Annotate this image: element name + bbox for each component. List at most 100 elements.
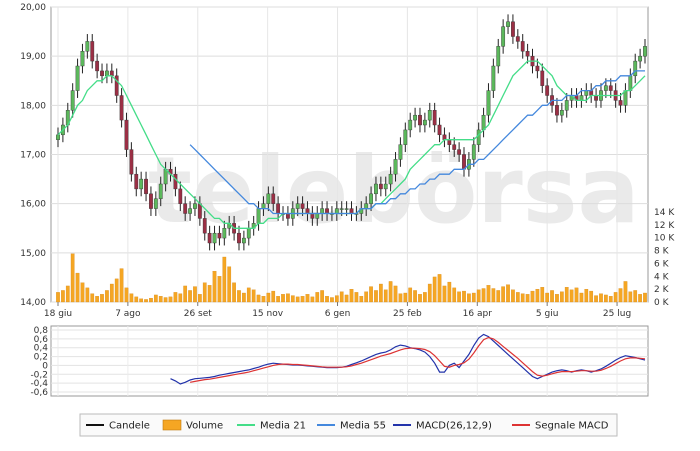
volume-bar	[535, 288, 540, 303]
volume-bar	[90, 293, 95, 303]
candle-body	[559, 110, 564, 116]
price-tick-label: 14,00	[20, 298, 46, 308]
volume-bars	[56, 253, 647, 303]
volume-bar	[217, 276, 222, 303]
volume-bar	[403, 292, 408, 303]
volume-tick-label: 14 K	[654, 208, 675, 218]
candle-body	[349, 208, 354, 214]
volume-bar	[222, 256, 227, 303]
candle-body	[540, 70, 545, 86]
volume-bar	[242, 292, 246, 303]
candle-body	[398, 144, 403, 160]
macd-line	[189, 336, 646, 383]
candle-body	[594, 95, 598, 101]
volume-bar	[496, 290, 501, 303]
volume-bar	[95, 296, 99, 303]
candle-body	[432, 110, 437, 126]
volume-bar	[183, 285, 188, 303]
candle-body	[139, 178, 144, 190]
volume-bar	[266, 292, 271, 303]
volume-bar	[379, 283, 383, 303]
candle-body	[334, 208, 339, 214]
volume-bar	[290, 295, 295, 303]
candle-body	[501, 26, 506, 47]
volume-bar	[100, 294, 104, 303]
volume-bar	[119, 268, 124, 303]
volume-bar	[70, 253, 75, 303]
volume-bar	[486, 285, 491, 303]
legend-label: MACD(26,12,9)	[416, 421, 492, 432]
volume-bar	[344, 294, 349, 303]
candle-body	[109, 70, 114, 77]
candle-body	[388, 173, 393, 185]
candle-body	[555, 105, 559, 116]
candle-body	[158, 183, 163, 199]
candle-body	[369, 193, 373, 204]
legend-label: Segnale MACD	[535, 421, 609, 432]
candle-body	[452, 144, 457, 150]
x-tick-label: 6 gen	[325, 309, 351, 319]
volume-bar	[418, 294, 422, 303]
candle-body	[144, 178, 148, 195]
x-tick-label: 5 giu	[536, 309, 559, 319]
volume-bar	[604, 294, 608, 303]
volume-bar	[168, 296, 173, 303]
candle-body	[178, 188, 183, 204]
volume-bar	[608, 296, 613, 303]
volume-bar	[109, 283, 114, 303]
candle-body	[75, 65, 80, 91]
candle-body	[129, 149, 134, 175]
candle-body	[256, 208, 261, 224]
candle-body	[515, 36, 520, 42]
candle-body	[207, 232, 212, 244]
volume-bar	[476, 289, 481, 303]
candle-body	[266, 193, 271, 204]
volume-bar	[618, 288, 623, 303]
candle-body	[491, 65, 496, 91]
volume-bar	[315, 292, 320, 303]
volume-bar	[251, 289, 256, 303]
candle-body	[197, 203, 202, 219]
volume-bar	[105, 290, 109, 303]
volume-bar	[56, 292, 60, 303]
candle-body	[124, 119, 129, 150]
candle-body	[286, 213, 290, 219]
candle-body	[212, 232, 217, 244]
volume-y-ticks: 14 K 12 K 10 K 8 K 6 K 4 K 2 K 0 K	[654, 208, 675, 308]
candle-body	[105, 70, 109, 77]
price-tick-label: 20,00	[20, 3, 46, 13]
volume-tick-label: 4 K	[654, 272, 670, 282]
volume-bar	[80, 282, 85, 303]
candle-body	[462, 154, 466, 170]
volume-bar	[525, 294, 530, 303]
volume-bar	[599, 293, 603, 303]
volume-bar	[114, 278, 119, 303]
candle-body	[202, 218, 207, 234]
volume-bar	[139, 298, 144, 303]
volume-bar	[237, 290, 241, 303]
volume-tick-label: 6 K	[654, 259, 670, 269]
volume-bar	[75, 272, 80, 303]
price-tick-label: 18,00	[20, 101, 46, 111]
volume-bar	[540, 287, 545, 303]
candle-body	[153, 198, 158, 209]
volume-bar	[555, 294, 559, 303]
volume-bar	[256, 294, 261, 303]
volume-bar	[383, 289, 388, 303]
volume-tick-label: 12 K	[654, 221, 675, 231]
volume-bar	[173, 292, 178, 303]
volume-bar	[300, 296, 305, 303]
volume-bar	[227, 266, 232, 303]
volume-bar	[178, 293, 183, 303]
volume-bar	[271, 290, 276, 303]
candle-body	[339, 208, 344, 210]
candle-body	[393, 159, 398, 175]
volume-bar	[388, 281, 393, 303]
volume-bar	[295, 296, 300, 303]
volume-bar	[501, 286, 505, 303]
price-tick-label: 16,00	[20, 200, 46, 210]
volume-bar	[462, 290, 466, 303]
volume-bar	[232, 282, 236, 303]
candle-body	[300, 203, 305, 209]
candle-body	[163, 169, 168, 185]
